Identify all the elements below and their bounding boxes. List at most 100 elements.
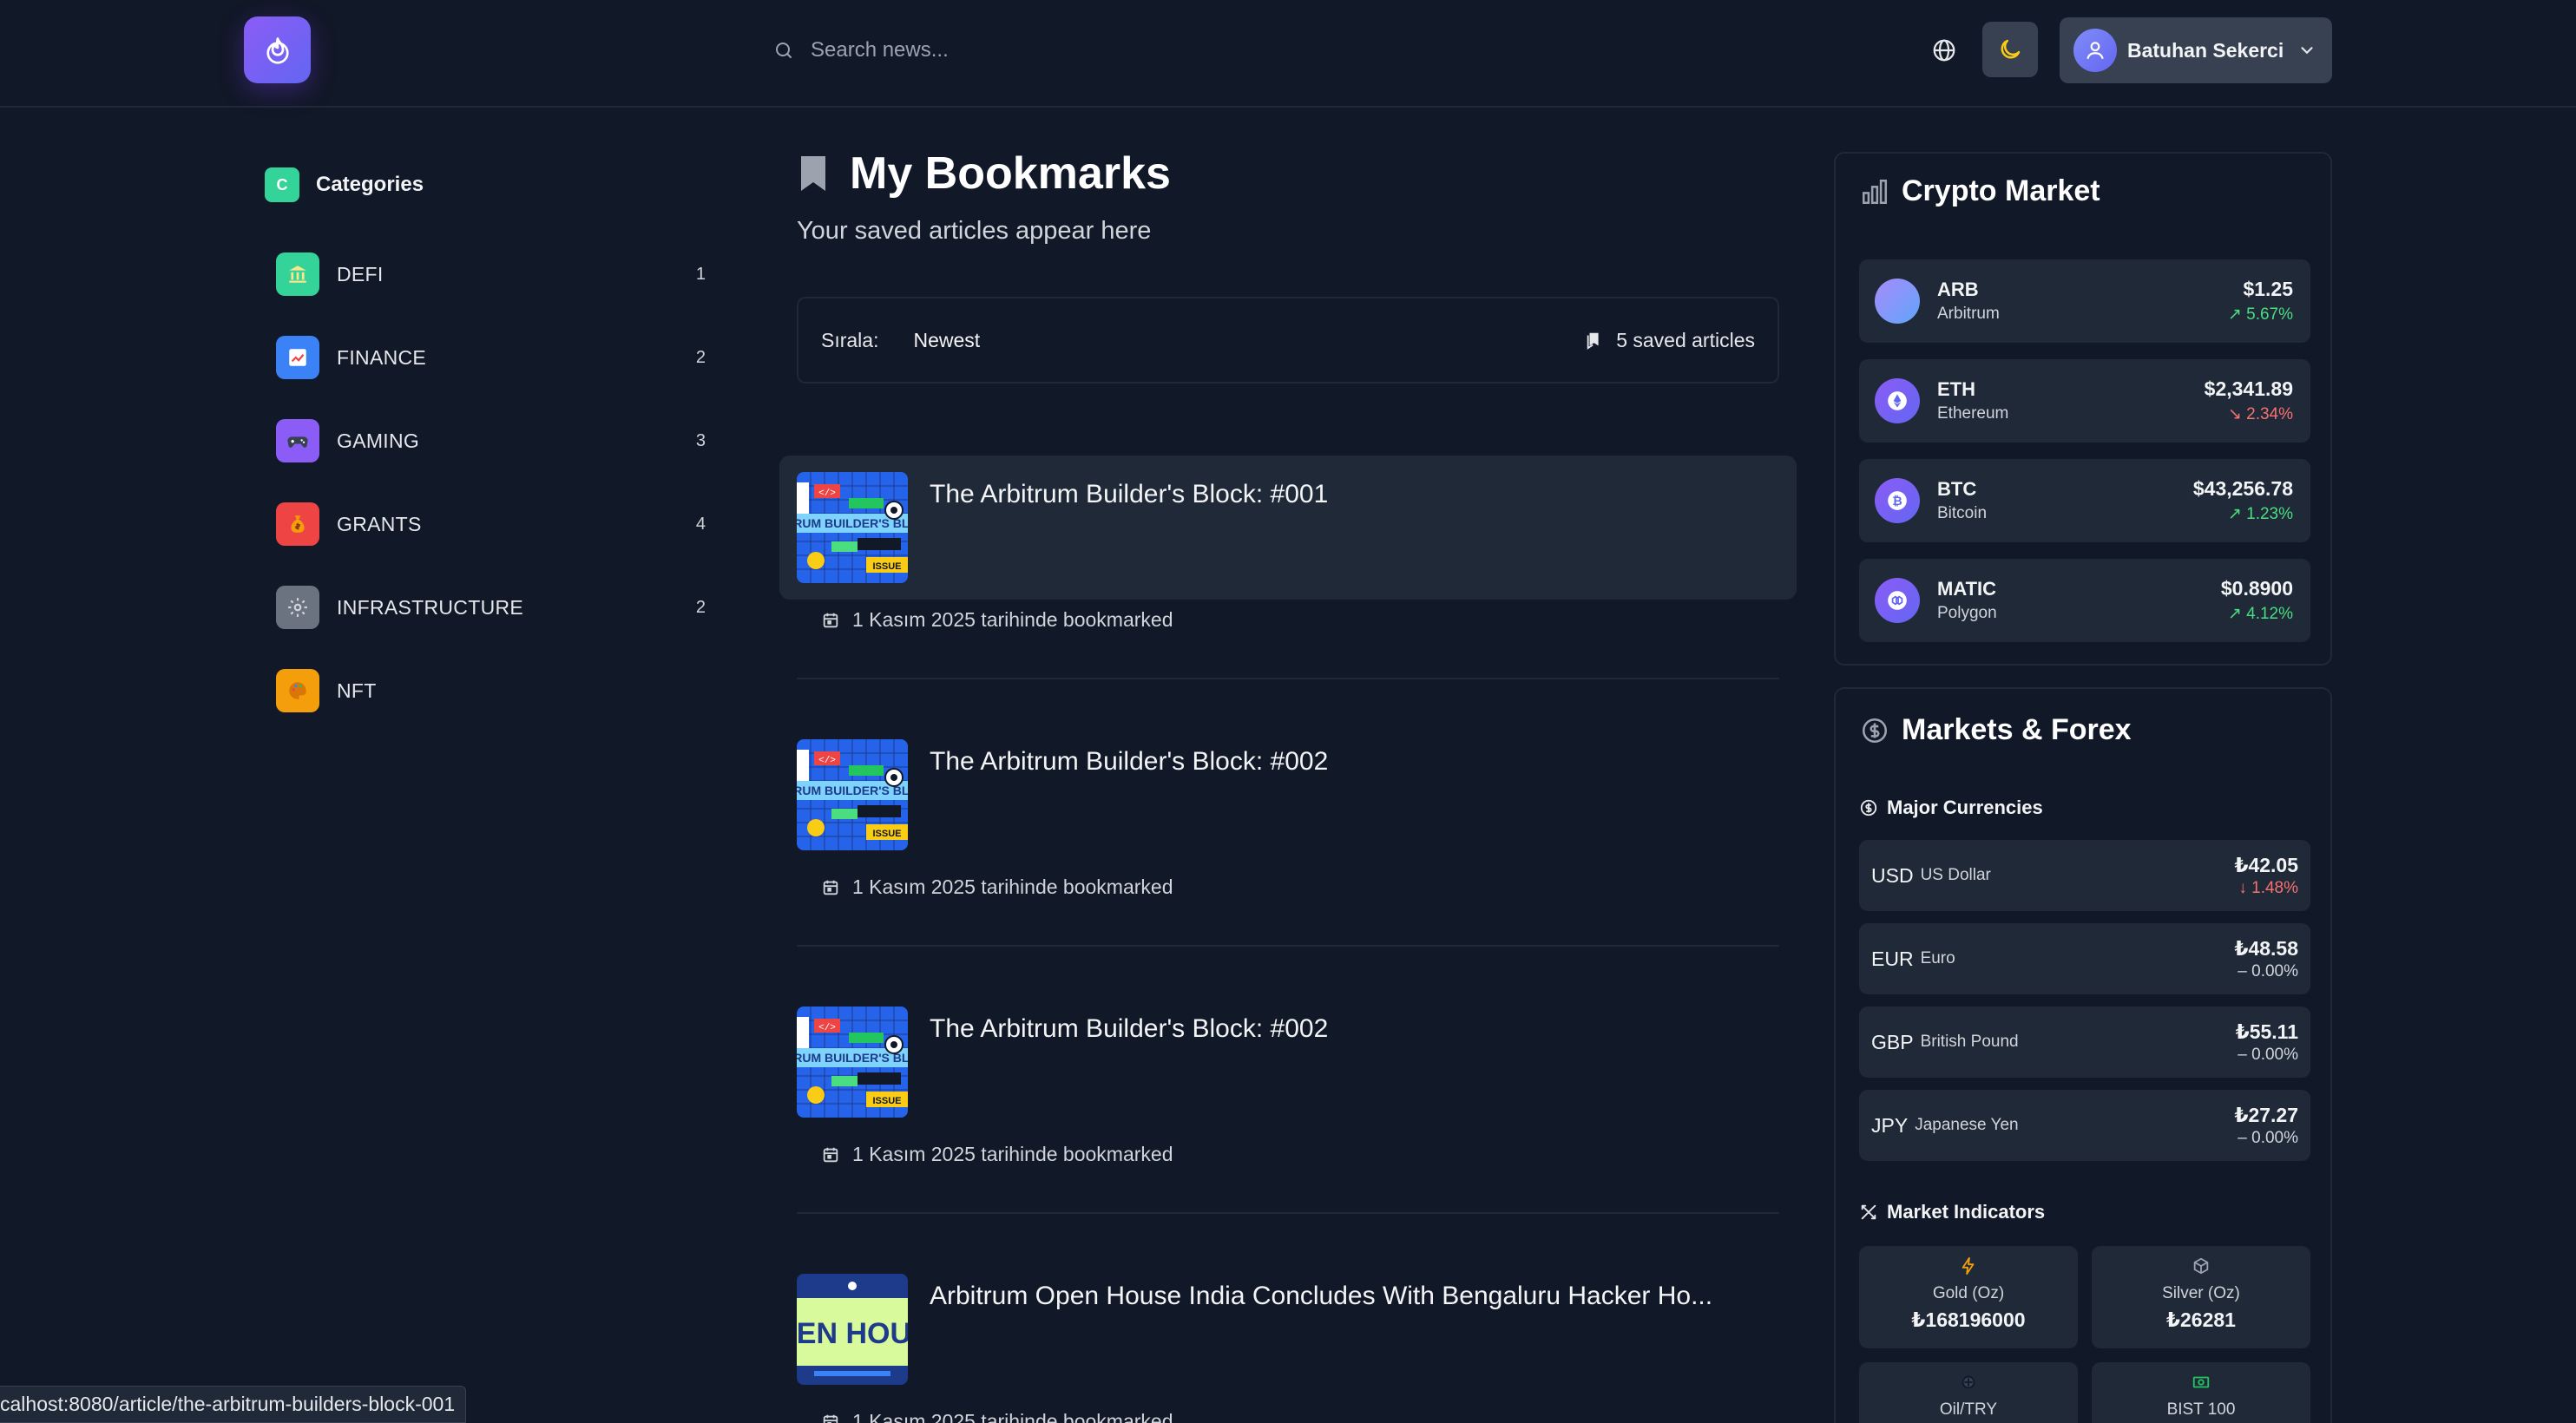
sidebar-item-count: 3 [695, 430, 706, 450]
currency-row-usd[interactable]: USD US Dollar ₺42.05 ↓ 1.48% [1859, 840, 2310, 911]
article-card[interactable]: TRUM BUILDER'S BLO </> ISSUE The Arbitru… [779, 990, 1797, 1134]
major-currencies-header: Major Currencies [1859, 797, 2043, 819]
coin-row-eth[interactable]: ETH Ethereum $2,341.89 ↘ 2.34% [1859, 359, 2310, 443]
article-date-text: 1 Kasım 2025 tarihinde bookmarked [852, 1410, 1173, 1423]
sidebar-item-label: GRANTS [337, 512, 422, 535]
currency-name: British Pound [1920, 1033, 2019, 1051]
user-name: Batuhan Sekerci [2127, 38, 2284, 62]
palette-icon [276, 669, 319, 712]
coin-row-btc[interactable]: ₿ BTC Bitcoin $43,256.78 ↗ 1.23% [1859, 459, 2310, 542]
article-card[interactable]: TRUM BUILDER'S BLO </> ISSUE The Arbitru… [779, 456, 1797, 600]
crypto-header: Crypto Market [1860, 174, 2100, 208]
currency-row-gbp[interactable]: GBP British Pound ₺55.11 – 0.00% [1859, 1007, 2310, 1078]
currency-name: US Dollar [1920, 866, 1991, 884]
saved-count: 5 saved articles [1585, 329, 1755, 352]
indicator-label: BIST 100 [2166, 1400, 2236, 1419]
trend-down-icon: ↘ [2227, 405, 2247, 423]
oil-drop-icon [1859, 1373, 2078, 1392]
search-input[interactable] [811, 38, 1245, 62]
indicator-silver[interactable]: Silver (Oz) ₺26281 [2092, 1246, 2310, 1348]
currency-price: ₺27.27 [2234, 1103, 2298, 1126]
thumb-issue-text: ISSUE [872, 829, 901, 839]
saved-count-text: 5 saved articles [1616, 328, 1755, 351]
thumb-issue-text: ISSUE [872, 1096, 901, 1106]
major-currencies-title: Major Currencies [1887, 797, 2043, 818]
sidebar-item-grants[interactable]: GRANTS 4 [265, 489, 716, 559]
coin-name: Ethereum [1937, 404, 2009, 423]
user-menu-button[interactable]: Batuhan Sekerci [2060, 17, 2332, 83]
article-title[interactable]: The Arbitrum Builder's Block: #002 [930, 1014, 1780, 1044]
sort-select[interactable]: Newest [913, 329, 1585, 352]
sidebar-item-label: NFT [337, 679, 377, 702]
currency-row-jpy[interactable]: JPY Japanese Yen ₺27.27 – 0.00% [1859, 1090, 2310, 1161]
article-date: 1 Kasım 2025 tarihinde bookmarked [821, 875, 1173, 899]
sidebar-item-defi[interactable]: DEFI 1 [265, 239, 716, 309]
currency-price: ₺55.11 [2235, 1020, 2298, 1043]
theme-toggle-button[interactable] [1982, 22, 2038, 77]
search-icon [771, 37, 797, 63]
article-title[interactable]: Arbitrum Open House India Concludes With… [930, 1282, 1780, 1311]
divider [797, 678, 1779, 679]
sidebar-item-gaming[interactable]: GAMING 3 [265, 406, 716, 475]
coin-price: $2,341.89 [2204, 377, 2293, 400]
thumb-code-text: </> [818, 756, 836, 766]
list-item[interactable]: OPEN HOUSE Arbitrum Open House India Con… [779, 1257, 1797, 1423]
article-title[interactable]: The Arbitrum Builder's Block: #001 [930, 480, 1780, 509]
markets-forex-widget: Markets & Forex Major Currencies USD US … [1834, 687, 2332, 1423]
currency-row-eur[interactable]: EUR Euro ₺48.58 – 0.00% [1859, 923, 2310, 994]
bank-icon [276, 252, 319, 296]
dollar-icon [1859, 798, 1878, 817]
sidebar-item-count: 1 [695, 264, 706, 284]
calendar-icon [821, 1413, 840, 1423]
indicator-oil[interactable]: Oil/TRY [1859, 1362, 2078, 1423]
article-thumbnail: TRUM BUILDER'S BLO </> ISSUE [797, 1007, 908, 1118]
app-logo[interactable] [244, 16, 311, 83]
categories-header: C Categories [265, 167, 424, 202]
sidebar-item-nft[interactable]: NFT [265, 656, 716, 725]
article-thumbnail: OPEN HOUSE [797, 1274, 908, 1385]
bar-chart-icon [1862, 179, 1888, 204]
list-item[interactable]: TRUM BUILDER'S BLO </> ISSUE The Arbitru… [779, 723, 1797, 947]
chevron-down-icon [2301, 47, 2313, 55]
page-title-row: My Bookmarks [796, 148, 1171, 200]
sort-label: Sırala: [821, 328, 879, 351]
flat-icon: – [2238, 961, 2252, 980]
currency-change: 0.00% [2251, 1045, 2298, 1064]
language-button[interactable] [1920, 28, 1968, 73]
indicator-label: Silver (Oz) [2162, 1284, 2240, 1302]
currency-price: ₺42.05 [2234, 853, 2298, 876]
user-icon [2086, 42, 2104, 60]
indicator-bist[interactable]: BIST 100 [2092, 1362, 2310, 1423]
books-icon [1585, 331, 1604, 350]
coin-row-matic[interactable]: MATIC Polygon $0.8900 ↗ 4.12% [1859, 559, 2310, 642]
list-item[interactable]: TRUM BUILDER'S BLO </> ISSUE The Arbitru… [779, 456, 1797, 679]
currency-code: GBP [1871, 1030, 1914, 1053]
indicator-gold[interactable]: Gold (Oz) ₺168196000 [1859, 1246, 2078, 1348]
sidebar-item-label: FINANCE [337, 345, 427, 369]
sidebar-item-label: INFRASTRUCTURE [337, 595, 524, 619]
sidebar-item-finance[interactable]: FINANCE 2 [265, 323, 716, 392]
calendar-icon [821, 878, 840, 897]
sidebar-item-count: 4 [695, 514, 706, 534]
coin-name: Polygon [1937, 604, 1997, 622]
list-item[interactable]: TRUM BUILDER'S BLO </> ISSUE The Arbitru… [779, 990, 1797, 1214]
currency-price: ₺48.58 [2234, 936, 2298, 960]
coin-row-arb[interactable]: ARB Arbitrum $1.25 ↗ 5.67% [1859, 259, 2310, 343]
market-indicators-header: Market Indicators [1859, 1201, 2045, 1223]
coin-change: 5.67% [2246, 305, 2293, 324]
currency-change: 1.48% [2251, 878, 2298, 897]
globe-icon [1933, 39, 1955, 62]
indicator-value: ₺168196000 [1911, 1308, 2026, 1331]
article-card[interactable]: OPEN HOUSE Arbitrum Open House India Con… [779, 1257, 1797, 1401]
sidebar-item-infrastructure[interactable]: INFRASTRUCTURE 2 [265, 573, 716, 642]
coin-price: $0.8900 [2220, 577, 2293, 600]
currency-name: Euro [1920, 949, 1955, 967]
bitcoin-icon: ₿ [1875, 478, 1920, 523]
article-card[interactable]: TRUM BUILDER'S BLO </> ISSUE The Arbitru… [779, 723, 1797, 867]
categories-title: Categories [316, 173, 424, 196]
article-title[interactable]: The Arbitrum Builder's Block: #002 [930, 747, 1780, 777]
thumb-code-text: </> [818, 489, 836, 499]
divider [797, 1212, 1779, 1214]
crypto-title: Crypto Market [1902, 174, 2100, 207]
forex-title: Markets & Forex [1902, 713, 2132, 746]
